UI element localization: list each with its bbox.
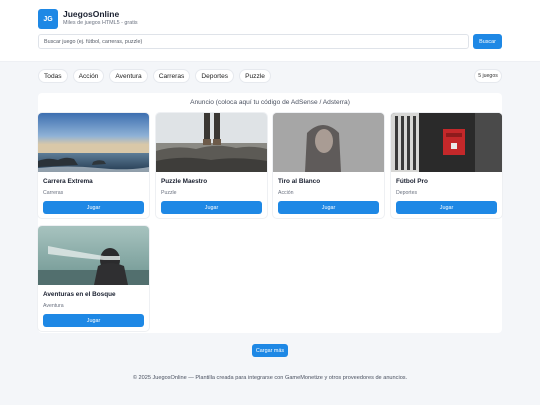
game-category: Aventura [43, 303, 64, 309]
game-count-badge: 5 juegos [474, 69, 502, 83]
search-input[interactable] [38, 34, 469, 49]
game-card[interactable]: Puzzle Maestro Puzzle Jugar [156, 113, 267, 218]
game-card[interactable]: Fútbol Pro Deportes Jugar [391, 113, 502, 218]
game-title: Tiro al Blanco [278, 178, 321, 185]
site-footer: © 2025 JuegosOnline — Plantilla creada p… [132, 375, 408, 381]
category-chip-accion[interactable]: Acción [72, 69, 105, 83]
game-thumbnail-woman-portrait[interactable] [273, 113, 384, 172]
play-button[interactable]: Jugar [43, 201, 144, 214]
site-tagline: Miles de juegos HTML5 - gratis [63, 20, 138, 26]
game-thumbnail-legs-on-rocks[interactable] [156, 113, 267, 172]
game-thumbnail-woman-blindfold[interactable] [38, 226, 149, 285]
game-category: Puzzle [161, 190, 177, 196]
game-category: Carreras [43, 190, 64, 196]
play-button[interactable]: Jugar [43, 314, 144, 327]
site-name[interactable]: JuegosOnline [63, 9, 119, 19]
game-title: Puzzle Maestro [161, 178, 208, 185]
play-button[interactable]: Jugar [396, 201, 497, 214]
category-chip-aventura[interactable]: Aventura [109, 69, 148, 83]
games-panel: Anuncio (coloca aquí tu código de AdSens… [38, 93, 502, 333]
game-title: Aventuras en el Bosque [43, 291, 116, 298]
category-chip-deportes[interactable]: Deportes [195, 69, 235, 83]
category-chip-puzzle[interactable]: Puzzle [239, 69, 271, 83]
category-chip-todas[interactable]: Todas [38, 69, 68, 83]
game-card[interactable]: Tiro al Blanco Acción Jugar [273, 113, 384, 218]
game-card[interactable]: Aventuras en el Bosque Aventura Jugar [38, 226, 149, 331]
game-title: Carrera Extrema [43, 178, 93, 185]
category-chip-carreras[interactable]: Carreras [152, 69, 191, 83]
ad-banner: Anuncio (coloca aquí tu código de AdSens… [190, 99, 350, 106]
site-logo[interactable]: JG [38, 9, 58, 29]
game-title: Fútbol Pro [396, 178, 428, 185]
play-button[interactable]: Jugar [278, 201, 379, 214]
load-more-button[interactable]: Cargar más [252, 344, 288, 357]
game-thumbnail-seascape[interactable] [38, 113, 149, 172]
search-button[interactable]: Buscar [473, 34, 502, 49]
game-category: Deportes [396, 190, 418, 196]
game-thumbnail-red-mailbox[interactable] [391, 113, 502, 172]
category-filter: Todas Acción Aventura Carreras Deportes … [38, 69, 271, 83]
game-category: Acción [278, 190, 294, 196]
play-button[interactable]: Jugar [161, 201, 262, 214]
site-header: JG JuegosOnline Miles de juegos HTML5 - … [0, 0, 540, 62]
game-card[interactable]: Carrera Extrema Carreras Jugar [38, 113, 149, 218]
